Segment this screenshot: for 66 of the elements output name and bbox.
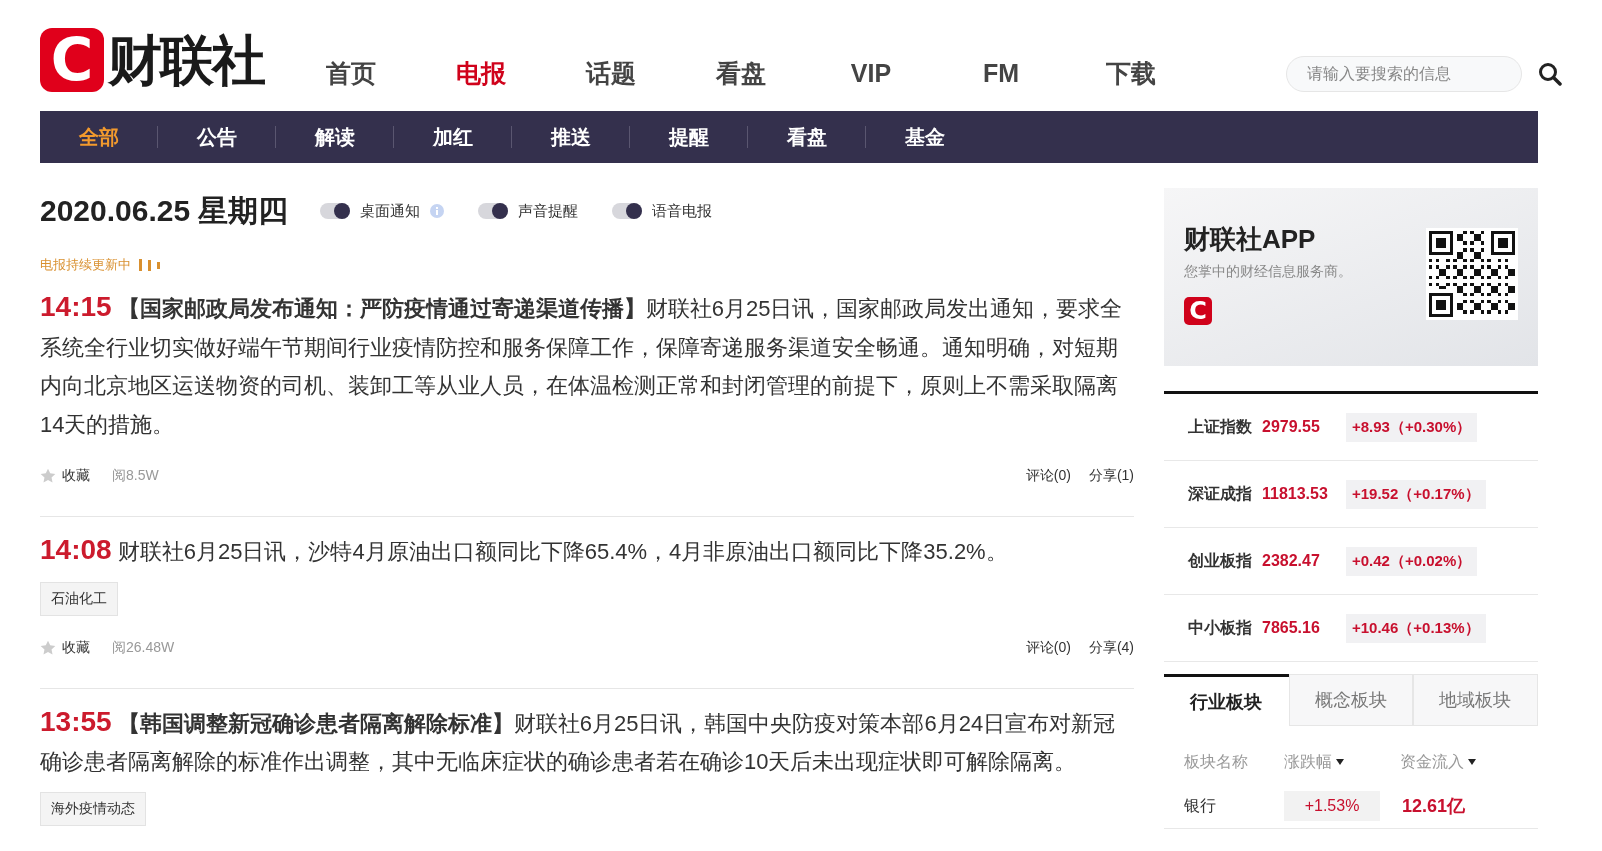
index-value: 2979.55 <box>1262 418 1321 436</box>
app-title: 财联社APP <box>1184 223 1317 256</box>
star-icon[interactable] <box>40 468 56 484</box>
nav-item[interactable]: VIP <box>806 56 936 90</box>
nav-item[interactable]: 下载 <box>1066 56 1196 90</box>
category-tab[interactable]: 加红 <box>394 126 512 148</box>
date-heading: 2020.06.25 星期四 <box>40 192 289 229</box>
favorite-link[interactable]: 收藏 <box>62 467 90 485</box>
table-cell: +1.53% <box>1284 791 1380 821</box>
category-tab[interactable]: 全部 <box>40 126 158 148</box>
read-count: 阅8.5W <box>112 467 159 485</box>
category-tab[interactable]: 提醒 <box>630 126 748 148</box>
table-cell-text: 银行 <box>1184 795 1217 816</box>
category-tab[interactable]: 基金 <box>866 126 983 148</box>
news-text: 14:15 【国家邮政局发布通知：严防疫情通过寄递渠道传播】财联社6月25日讯，国家邮政局发出通知，要求全系统全行业切实做好端午节期间行业疫情防控和服务保障工作，保障寄递服务渠道安全畅通。通知明确，对短期内向北京地区运送物资的司机、装卸工等从业人员，在体温检测正常和封闭管理的前提下，原则上不需采取隔离14天的措施。 <box>40 290 1124 439</box>
column-header: 板块名称 <box>1184 752 1248 770</box>
index-name: 上证指数 <box>1188 416 1253 437</box>
app-logo: C <box>1184 297 1212 325</box>
comment-link[interactable]: 评论(0) <box>1025 467 1071 485</box>
category-tab[interactable]: 公告 <box>158 126 276 148</box>
news-text: 14:08 财联社6月25日讯，沙特4月原油出口额同比下降65.4%，4月非原油出口额同比下降35.2%。 <box>40 533 1009 567</box>
favorite-link[interactable]: 收藏 <box>62 638 90 657</box>
index-value: 7865.16 <box>1262 619 1321 637</box>
index-name: 深证成指 <box>1188 483 1253 504</box>
table-cell-text: 12.61亿 <box>1402 795 1466 818</box>
toggle-switch[interactable] <box>478 203 509 219</box>
sector-tab[interactable]: 概念板块 <box>1288 674 1414 726</box>
index-name: 创业板指 <box>1188 550 1253 571</box>
share-link[interactable]: 分享(4) <box>1088 638 1134 657</box>
category-tab[interactable]: 解读 <box>276 126 394 148</box>
read-count: 阅26.48W <box>112 638 175 657</box>
app-subtitle: 您掌中的财经信息服务商。 <box>1184 263 1352 281</box>
nav-item[interactable]: 话题 <box>546 56 676 90</box>
category-tab[interactable]: 推送 <box>512 126 630 148</box>
sort-caret-icon[interactable] <box>1336 759 1344 765</box>
toggle-switch[interactable] <box>612 203 643 219</box>
live-status: 电报持续更新中 <box>40 256 131 274</box>
nav-item[interactable]: FM <box>936 56 1066 90</box>
nav-item[interactable]: 看盘 <box>676 56 806 90</box>
sort-caret-icon[interactable] <box>1468 759 1476 765</box>
toggle-label: 声音提醒 <box>518 201 579 221</box>
share-link[interactable]: 分享(1) <box>1088 467 1134 485</box>
logo-text: 财联社 <box>108 29 264 92</box>
comment-link[interactable]: 评论(0) <box>1025 638 1071 657</box>
category-tab[interactable]: 看盘 <box>748 126 866 148</box>
live-bars-icon <box>139 259 161 271</box>
index-change: +8.93（+0.30%） <box>1346 412 1478 442</box>
topic-tag[interactable]: 石油化工 <box>40 581 118 616</box>
sector-tab[interactable]: 地域板块 <box>1413 674 1538 726</box>
index-change: +0.42（+0.02%） <box>1346 546 1478 576</box>
search-icon[interactable] <box>1538 62 1562 86</box>
index-value: 2382.47 <box>1262 552 1321 570</box>
nav-item[interactable]: 首页 <box>286 56 416 90</box>
toggle-label: 桌面通知 <box>360 201 421 221</box>
index-change: +10.46（+0.13%） <box>1346 613 1486 643</box>
topic-tag[interactable]: 海外疫情动态 <box>40 791 146 826</box>
toggle-label: 语音电报 <box>652 201 713 221</box>
search-field[interactable]: 请输入要搜索的信息 <box>1286 56 1522 92</box>
nav-item[interactable]: 电报 <box>416 56 546 90</box>
index-change: +19.52（+0.17%） <box>1346 479 1486 509</box>
star-icon[interactable] <box>40 639 56 656</box>
index-name: 中小板指 <box>1188 617 1253 638</box>
logo-mark: C <box>40 28 104 92</box>
index-value: 11813.53 <box>1262 485 1329 503</box>
toggle-switch[interactable] <box>320 203 351 219</box>
news-text: 13:55 【韩国调整新冠确诊患者隔离解除标准】财联社6月25日讯，韩国中央防疫对策本部6月24日宣布对新冠确诊患者隔离解除的标准作出调整，其中无临床症状的确诊患者若在确诊10天后未出现症状即可解除隔离。 <box>40 704 1117 776</box>
